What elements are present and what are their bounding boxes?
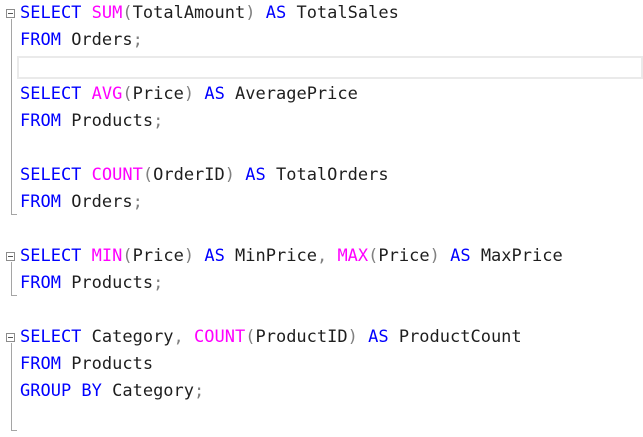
code-token-id: Category xyxy=(81,327,174,347)
code-token-id xyxy=(235,165,245,185)
code-token-id xyxy=(81,84,91,104)
code-line[interactable]: SELECT AVG(Price) AS AveragePrice xyxy=(20,81,358,108)
fold-guide xyxy=(11,343,12,430)
code-line[interactable]: FROM Products; xyxy=(20,108,163,135)
code-token-kw: FROM xyxy=(20,273,61,293)
code-token-kw: SELECT xyxy=(20,3,82,23)
collapse-icon[interactable] xyxy=(6,333,15,342)
code-token-kw: AS xyxy=(204,246,225,266)
code-token-op: ) xyxy=(183,84,195,104)
code-line[interactable]: FROM Orders; xyxy=(20,27,143,54)
code-token-kw: AS xyxy=(265,3,287,23)
current-line-highlight[interactable] xyxy=(17,56,643,79)
code-token-op: ( xyxy=(142,165,154,185)
code-token-fn: MIN xyxy=(91,246,123,266)
code-line[interactable]: FROM Products xyxy=(20,351,153,378)
code-token-kw: SELECT xyxy=(20,246,82,266)
code-token-op: ( xyxy=(122,3,133,23)
code-token-op: ( xyxy=(245,327,256,347)
code-token-op: ( xyxy=(368,246,379,266)
code-token-id: TotalOrders xyxy=(265,165,389,185)
code-token-op: ) xyxy=(224,165,236,185)
code-token-fn: COUNT xyxy=(194,327,246,347)
code-token-id xyxy=(255,3,265,23)
code-token-op: ) xyxy=(183,246,195,266)
code-token-op: ; xyxy=(132,30,143,50)
code-token-id: Price xyxy=(132,246,184,266)
code-token-id: Products xyxy=(60,354,154,374)
code-token-id: ProductCount xyxy=(388,327,522,347)
code-token-id: ProductID xyxy=(255,327,348,347)
fold-guide-end xyxy=(11,430,17,431)
code-line[interactable]: SELECT MIN(Price) AS MinPrice, MAX(Price… xyxy=(20,243,563,270)
code-token-id: MinPrice xyxy=(224,246,317,266)
code-token-id xyxy=(358,327,368,347)
code-token-fn: MAX xyxy=(337,246,369,266)
code-token-kw: FROM xyxy=(20,354,61,374)
code-token-op: ; xyxy=(132,192,143,212)
code-token-id xyxy=(327,246,337,266)
code-token-fn: COUNT xyxy=(91,165,143,185)
code-token-id xyxy=(194,84,204,104)
fold-guide-end xyxy=(11,214,17,215)
code-token-id xyxy=(81,3,91,23)
code-token-kw: FROM xyxy=(20,30,61,50)
code-token-op: ( xyxy=(122,84,133,104)
code-token-id: Products xyxy=(60,111,154,131)
code-token-id: Products xyxy=(60,273,154,293)
code-token-id: OrderID xyxy=(153,165,225,185)
code-line[interactable]: GROUP BY Category; xyxy=(20,378,204,405)
sql-code-editor[interactable]: SELECT SUM(TotalAmount) AS TotalSales FRO… xyxy=(0,0,643,437)
code-line[interactable]: SELECT Category, COUNT(ProductID) AS Pro… xyxy=(20,324,522,351)
code-token-id xyxy=(184,327,194,347)
code-token-kw: AS xyxy=(245,165,266,185)
code-token-op: ; xyxy=(153,111,164,131)
code-token-op: , xyxy=(316,246,328,266)
code-token-id xyxy=(194,246,204,266)
code-token-id xyxy=(440,246,450,266)
collapse-icon[interactable] xyxy=(6,9,15,18)
code-token-kw: FROM xyxy=(20,111,61,131)
fold-guide xyxy=(11,19,12,214)
collapse-icon[interactable] xyxy=(6,252,15,261)
code-line[interactable]: FROM Orders; xyxy=(20,189,143,216)
code-token-id: Category xyxy=(101,381,195,401)
code-line[interactable]: SELECT SUM(TotalAmount) AS TotalSales xyxy=(20,0,399,27)
code-token-op: ; xyxy=(194,381,205,401)
code-token-kw: AS xyxy=(368,327,389,347)
code-token-id: MaxPrice xyxy=(470,246,563,266)
fold-guide-end xyxy=(11,295,17,296)
code-token-op: ( xyxy=(122,246,133,266)
code-token-op: ) xyxy=(347,327,358,347)
code-token-op: ) xyxy=(245,3,256,23)
code-token-kw: GROUP BY xyxy=(20,381,102,401)
code-token-kw: SELECT xyxy=(20,327,82,347)
code-token-op: ) xyxy=(429,246,440,266)
code-token-kw: FROM xyxy=(20,192,61,212)
code-token-op: ; xyxy=(153,273,164,293)
code-token-id: AveragePrice xyxy=(224,84,358,104)
code-token-id xyxy=(81,246,91,266)
code-token-id: TotalSales xyxy=(286,3,399,23)
code-token-kw: SELECT xyxy=(20,84,82,104)
code-token-kw: AS xyxy=(204,84,225,104)
code-token-id: TotalAmount xyxy=(132,3,246,23)
code-token-kw: AS xyxy=(450,246,471,266)
fold-guide xyxy=(11,262,12,295)
code-token-kw: SELECT xyxy=(20,165,82,185)
code-line[interactable]: FROM Products; xyxy=(20,270,163,297)
code-line[interactable]: SELECT COUNT(OrderID) AS TotalOrders xyxy=(20,162,389,189)
code-token-fn: AVG xyxy=(91,84,123,104)
code-token-fn: SUM xyxy=(91,3,123,23)
code-token-id: Orders xyxy=(60,30,133,50)
code-token-id: Orders xyxy=(60,192,133,212)
code-token-id: Price xyxy=(378,246,430,266)
code-token-op: , xyxy=(173,327,184,347)
code-token-id: Price xyxy=(132,84,184,104)
code-token-id xyxy=(81,165,91,185)
